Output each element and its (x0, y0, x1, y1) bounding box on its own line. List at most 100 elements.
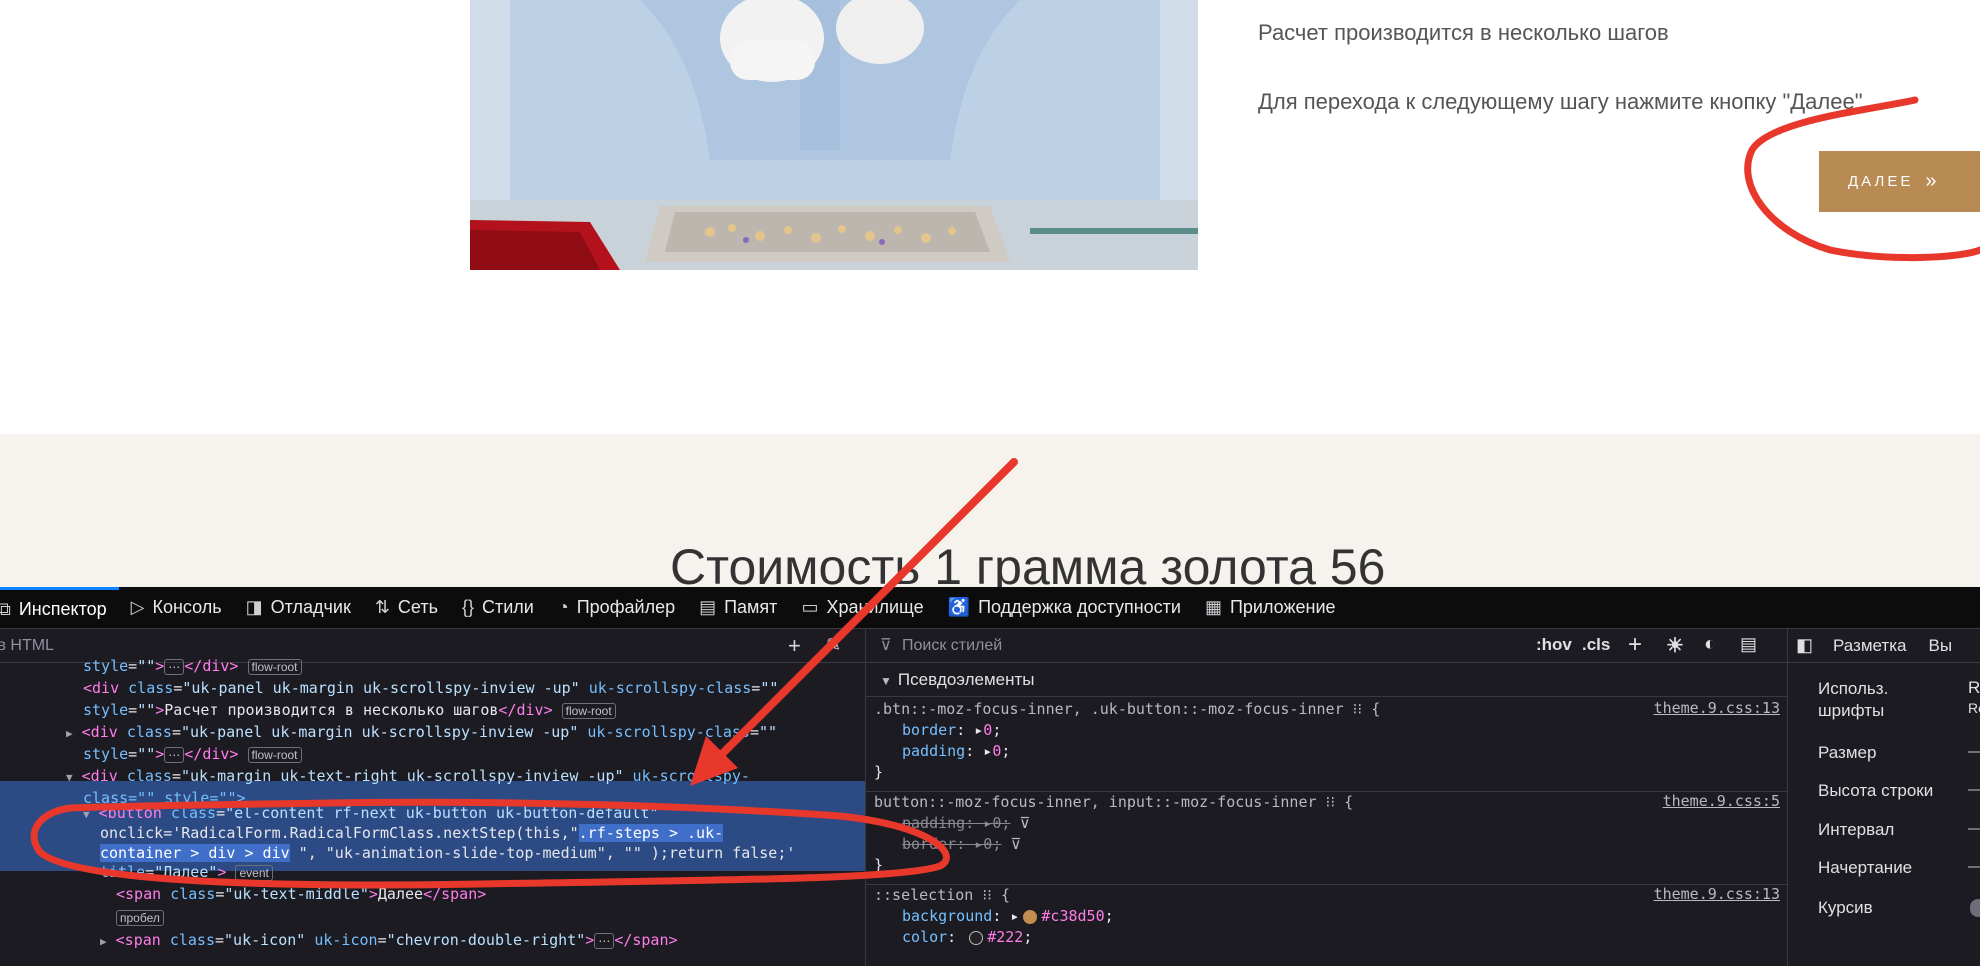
filter-icon[interactable]: ⊽ (1019, 814, 1030, 832)
collapse-arrow-icon[interactable]: ▼ (66, 771, 73, 784)
tab-label: Стили (482, 597, 534, 617)
markup-line[interactable]: пробел (0, 906, 865, 928)
hover-state-toggle[interactable]: :hov (1536, 635, 1572, 655)
color-swatch[interactable] (1023, 909, 1038, 924)
sidebar-toggle-icon[interactable]: ◧ (1796, 635, 1813, 656)
tab-label: Хранилище (826, 597, 924, 617)
tab-style-editor[interactable]: {} Стили (450, 587, 546, 629)
collapse-arrow-icon[interactable]: ▼ (83, 808, 90, 821)
event-badge[interactable]: event (235, 864, 273, 881)
used-fonts-value: R (1968, 678, 1980, 697)
css-rule[interactable]: .btn::-moz-focus-inner, .uk-button::-moz… (866, 699, 1787, 792)
whitespace-badge[interactable]: пробел (116, 909, 164, 926)
flow-root-badge[interactable]: flow-root (247, 658, 302, 675)
expand-arrow-icon[interactable]: ▶ (66, 727, 73, 740)
markup-line[interactable]: style=""> ⋯ </div> flow-root (0, 655, 865, 677)
accessibility-icon: ♿ (947, 597, 971, 617)
console-icon: ▷ (130, 597, 145, 617)
tab-profiler[interactable]: ◔ Профайлер (546, 587, 687, 629)
tab-debugger[interactable]: ◨ Отладчик (234, 587, 363, 629)
collapse-arrow-icon: ▼ (880, 674, 892, 688)
markup-line[interactable]: style="">Расчет производится в несколько… (0, 699, 865, 721)
font-size-slider[interactable] (1968, 751, 1980, 753)
markup-line[interactable]: ▼ <div class="uk-margin uk-text-right uk… (0, 765, 865, 787)
font-size-label: Размер (1818, 743, 1877, 762)
css-declaration-overridden[interactable]: border: ▸0; ⊽ (866, 834, 1787, 855)
css-source-link[interactable]: theme.9.css:13 (1654, 699, 1780, 717)
dark-theme-icon[interactable]: ◐ (1704, 633, 1716, 656)
tab-layout[interactable]: Разметка (1833, 636, 1906, 656)
used-fonts-value-2: Ro (1968, 700, 1980, 716)
css-declaration[interactable]: color: #222; (866, 927, 1787, 948)
markup-line[interactable]: ▶ <div class="uk-panel uk-margin uk-scro… (0, 721, 865, 743)
markup-line[interactable]: title="Далее"> event (0, 861, 865, 883)
italic-toggle[interactable] (1970, 899, 1980, 917)
css-declaration-overridden[interactable]: padding: ▸0; ⊽ (866, 813, 1787, 834)
ellipsis-badge[interactable]: ⋯ (164, 658, 185, 675)
layout-tabbar: ◧ Разметка Вы (1788, 629, 1980, 663)
markup-line[interactable]: style=""> ⋯ </div> flow-root (0, 743, 865, 765)
pseudo-elements-label: Псевдоэлементы (897, 670, 1035, 689)
markup-tree: style=""> ⋯ </div> flow-root <div class="u… (0, 657, 865, 966)
tab-computed[interactable]: Вы (1928, 636, 1952, 656)
tab-accessibility[interactable]: ♿ Поддержка доступности (936, 587, 1193, 629)
line-height-slider[interactable] (1968, 789, 1980, 791)
tab-memory[interactable]: ▤ Памят (687, 587, 789, 629)
ellipsis-badge[interactable]: ⋯ (164, 746, 185, 763)
inspector-icon: ⧉ (0, 598, 11, 619)
css-rule-selector: .btn::-moz-focus-inner, .uk-button::-moz… (874, 700, 1381, 718)
jeweler-photo (470, 0, 1198, 270)
section-title: Стоимость 1 грамма золота 56 (670, 539, 1386, 587)
class-toggle[interactable]: .cls (1582, 635, 1610, 655)
tab-inspector[interactable]: ⧉ Инспектор (0, 587, 119, 629)
eyedropper-icon[interactable]: ✎ (826, 635, 841, 656)
tab-label: Приложение (1229, 597, 1336, 617)
styles-toolbar: ⊽ :hov .cls + ☀ ◐ ▤ (866, 629, 1787, 663)
css-rule[interactable]: button::-moz-focus-inner, input::-moz-fo… (866, 792, 1787, 885)
expand-arrow-icon[interactable]: ▶ (100, 935, 107, 948)
flow-root-badge[interactable]: flow-root (561, 702, 616, 719)
memory-icon: ▤ (699, 597, 717, 617)
website-viewport: Расчет производится в несколько шагов Дл… (0, 0, 1980, 587)
italic-label: Курсив (1818, 898, 1873, 917)
letter-spacing-slider[interactable] (1968, 828, 1980, 830)
pseudo-elements-header[interactable]: ▼ Псевдоэлементы (866, 663, 1787, 697)
profiler-icon: ◔ (557, 597, 569, 617)
html-search-input[interactable] (0, 636, 746, 655)
font-weight-slider[interactable] (1968, 866, 1980, 868)
storage-icon: ▭ (801, 597, 819, 617)
tab-label: Консоль (152, 597, 222, 617)
css-source-link[interactable]: theme.9.css:5 (1663, 792, 1780, 810)
css-rule-selector: button::-moz-focus-inner, input::-moz-fo… (874, 793, 1354, 811)
font-weight-label: Начертание (1818, 858, 1913, 877)
tab-console[interactable]: ▷ Консоль (119, 587, 234, 629)
filter-icon[interactable]: ⊽ (1010, 835, 1021, 853)
flow-root-badge[interactable]: flow-root (247, 746, 302, 763)
markup-line[interactable]: <span class="uk-text-middle">Далее</span… (0, 883, 865, 905)
markup-line[interactable]: onclick='RadicalForm.RadicalFormClass.ne… (0, 822, 865, 844)
print-media-icon[interactable]: ▤ (1740, 634, 1757, 655)
tab-label: Памят (724, 597, 778, 617)
css-rule[interactable]: ::selection ⁝⁝ { theme.9.css:13 backgrou… (866, 885, 1787, 966)
ellipsis-badge[interactable]: ⋯ (594, 932, 615, 949)
markup-view: + ✎ style="">⋯</div> flow-root <div clas… (0, 629, 866, 966)
css-declaration[interactable]: background: ▸ #c38d50; (866, 906, 1787, 927)
css-declaration[interactable]: padding: ▸0; (866, 741, 1787, 762)
tab-application[interactable]: ▦ Приложение (1193, 587, 1348, 629)
next-step-button[interactable]: ДАЛЕЕ » (1819, 151, 1980, 212)
add-rule-icon[interactable]: + (1628, 631, 1642, 659)
selected-button-node[interactable]: ▼ <button class="el-content rf-next uk-b… (0, 802, 865, 824)
devtools-panel: ⧉ Инспектор ▷ Консоль ◨ Отладчик ⇅ Сеть {} Ст… (0, 587, 1980, 966)
markup-line[interactable]: ▶ <span class="uk-icon" uk-icon="chevron… (0, 929, 865, 951)
light-theme-icon[interactable]: ☀ (1666, 633, 1684, 658)
css-declaration[interactable]: border: ▸0; (866, 720, 1787, 741)
styles-filter-input[interactable] (902, 636, 1502, 655)
css-source-link[interactable]: theme.9.css:13 (1654, 885, 1780, 903)
css-rule-selector: ::selection ⁝⁝ { (874, 886, 1010, 904)
filter-icon: ⊽ (880, 637, 892, 654)
debugger-icon: ◨ (245, 597, 263, 617)
markup-line[interactable]: <div class="uk-panel uk-margin uk-scroll… (0, 677, 865, 699)
tab-network[interactable]: ⇅ Сеть (363, 587, 450, 629)
tab-storage[interactable]: ▭ Хранилище (789, 587, 935, 629)
color-swatch[interactable] (969, 930, 984, 945)
